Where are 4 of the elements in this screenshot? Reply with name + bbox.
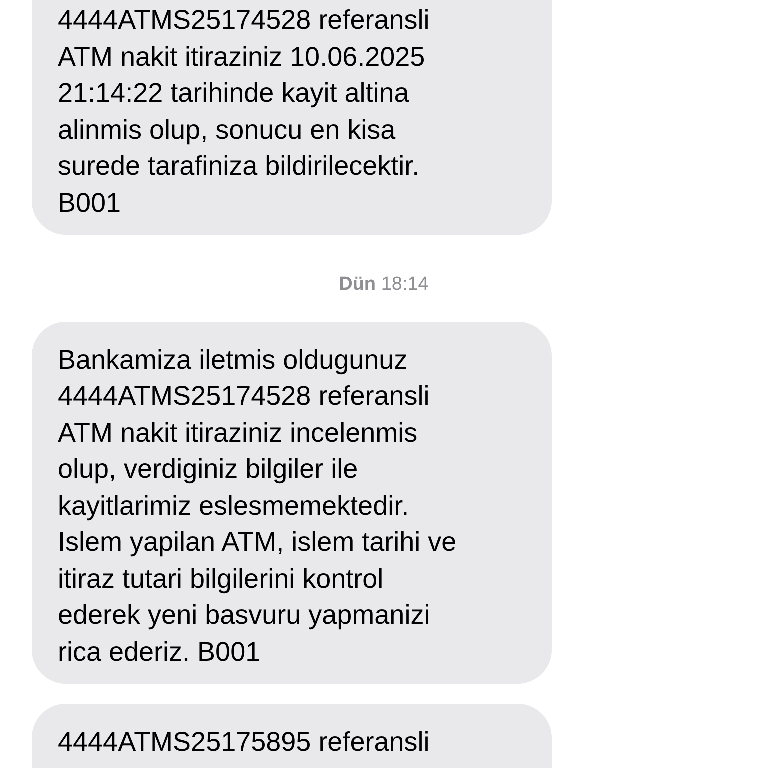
message-text: Bankamiza iletmis oldugunuz 4444ATMS25174528 referansli ATM nakit itiraziniz incelenmis olup, verdiginiz bilgiler ile kayitlarimiz eslesmemektedir. Islem yapilan ATM, islem tarihi ve itiraz tutari bilgilerini kontrol ederek yeni basvuru yapmanizi rica ederiz. B001 — [58, 344, 458, 668]
message-text: 4444ATMS25175895 referansli — [58, 726, 431, 759]
timestamp: Dün 18:14 — [339, 273, 429, 297]
message-text: 4444ATMS25174528 referansli ATM nakit itiraziniz 10.06.2025 21:14:22 tarihinde kayit altina alinmis olup, sonucu en kisa surede tarafiniza bildirilecektir. B001 — [58, 4, 431, 220]
